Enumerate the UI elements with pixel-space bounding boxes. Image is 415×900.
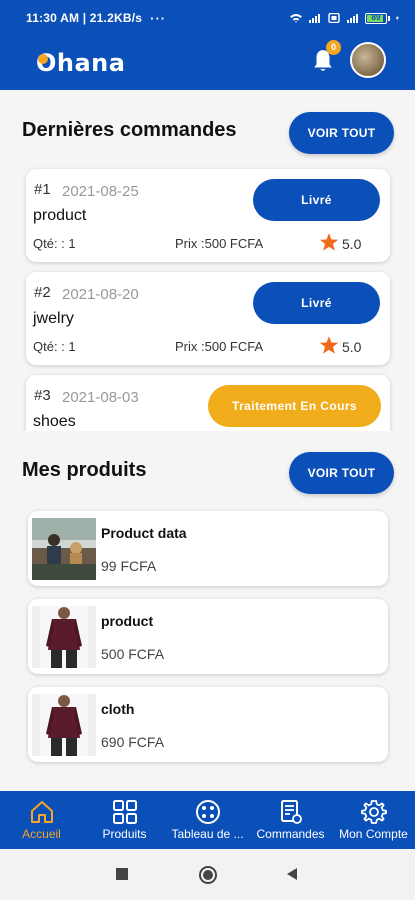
nav-item-mon-compte[interactable]: Mon Compte (332, 791, 415, 849)
product-name: Product data (101, 525, 187, 541)
dashboard-icon (195, 800, 220, 824)
order-product-name: jwelry (33, 310, 74, 327)
system-nav-bar (0, 849, 415, 900)
order-status-button[interactable]: Traitement En Cours (208, 385, 381, 427)
order-number: #3 (34, 387, 51, 404)
status-time: 11:30 AM | 21.2KB/s (26, 11, 143, 25)
bottom-nav: Accueil Produits Tableau de ... Commande… (0, 791, 415, 849)
nav-item-commandes[interactable]: Commandes (249, 791, 332, 849)
status-bar: 11:30 AM | 21.2KB/s ··· 89 (0, 0, 415, 36)
product-name: cloth (101, 701, 135, 717)
product-card[interactable]: Product data 99 FCFA (28, 511, 388, 586)
order-card[interactable]: #1 2021-08-25 product Qté: : 1 Prix :500… (26, 169, 390, 262)
nav-label: Commandes (256, 827, 325, 841)
product-price: 690 FCFA (101, 734, 165, 750)
order-card[interactable]: #3 2021-08-03 shoes Traitement En Cours (26, 375, 390, 431)
order-card[interactable]: #2 2021-08-20 jwelry Qté: : 1 Prix :500 … (26, 272, 390, 365)
orders-icon (280, 800, 302, 824)
signal-icon-2 (347, 14, 358, 23)
product-image (32, 606, 96, 668)
products-voir-tout-button[interactable]: VOIR TOUT (289, 452, 394, 494)
app-logo: Ohana (36, 48, 125, 78)
order-price: Prix :500 FCFA (175, 236, 264, 251)
product-name: product (101, 613, 154, 629)
star-icon (319, 233, 339, 251)
avatar[interactable] (350, 42, 386, 78)
product-price: 500 FCFA (101, 646, 165, 662)
order-date: 2021-08-20 (62, 286, 139, 303)
app-header: 11:30 AM | 21.2KB/s ··· 89 Ohana 0 (0, 0, 415, 90)
order-rating: 5.0 (342, 236, 362, 252)
battery-icon: 89 (365, 12, 390, 24)
nav-label: Tableau de ... (171, 827, 244, 841)
order-price: Prix :500 FCFA (175, 339, 264, 354)
nav-label: Produits (102, 827, 147, 841)
product-image (32, 694, 96, 756)
nav-item-tableau[interactable]: Tableau de ... (166, 791, 249, 849)
product-card[interactable]: cloth 690 FCFA (28, 687, 388, 762)
recent-apps-icon[interactable] (115, 867, 129, 881)
order-status-button[interactable]: Livré (253, 179, 380, 221)
gear-icon (360, 800, 387, 824)
sim-icon (328, 13, 340, 23)
notification-badge: 0 (326, 40, 341, 55)
orders-title: Dernières commandes (22, 119, 237, 141)
order-product-name: shoes (33, 413, 76, 430)
nav-label: Accueil (22, 827, 61, 841)
order-rating: 5.0 (342, 339, 362, 355)
orders-list[interactable]: #1 2021-08-25 product Qté: : 1 Prix :500… (0, 160, 415, 431)
signal-icon (309, 14, 320, 23)
order-number: #2 (34, 284, 51, 301)
wifi-icon (290, 14, 302, 23)
nav-item-produits[interactable]: Produits (83, 791, 166, 849)
order-number: #1 (34, 181, 51, 198)
logo-mark (38, 54, 48, 64)
star-icon (319, 336, 339, 354)
home-icon (30, 801, 53, 823)
charging-icon (395, 15, 399, 21)
product-price: 99 FCFA (101, 558, 157, 574)
back-icon[interactable] (285, 867, 299, 881)
home-circle-icon[interactable] (198, 865, 218, 885)
battery-level: 89 (371, 12, 381, 22)
order-product-name: product (33, 207, 87, 224)
logo-text: Ohana (36, 49, 126, 77)
orders-voir-tout-button[interactable]: VOIR TOUT (289, 112, 394, 154)
nav-label: Mon Compte (339, 827, 408, 841)
order-date: 2021-08-03 (62, 389, 139, 406)
status-dots: ··· (150, 10, 167, 26)
products-title: Mes produits (22, 459, 147, 481)
product-card[interactable]: product 500 FCFA (28, 599, 388, 674)
order-status-button[interactable]: Livré (253, 282, 380, 324)
nav-item-accueil[interactable]: Accueil (0, 791, 83, 849)
order-date: 2021-08-25 (62, 183, 139, 200)
product-image (32, 518, 96, 580)
order-quantity: Qté: : 1 (33, 339, 76, 354)
order-quantity: Qté: : 1 (33, 236, 76, 251)
grid-icon (112, 800, 137, 824)
